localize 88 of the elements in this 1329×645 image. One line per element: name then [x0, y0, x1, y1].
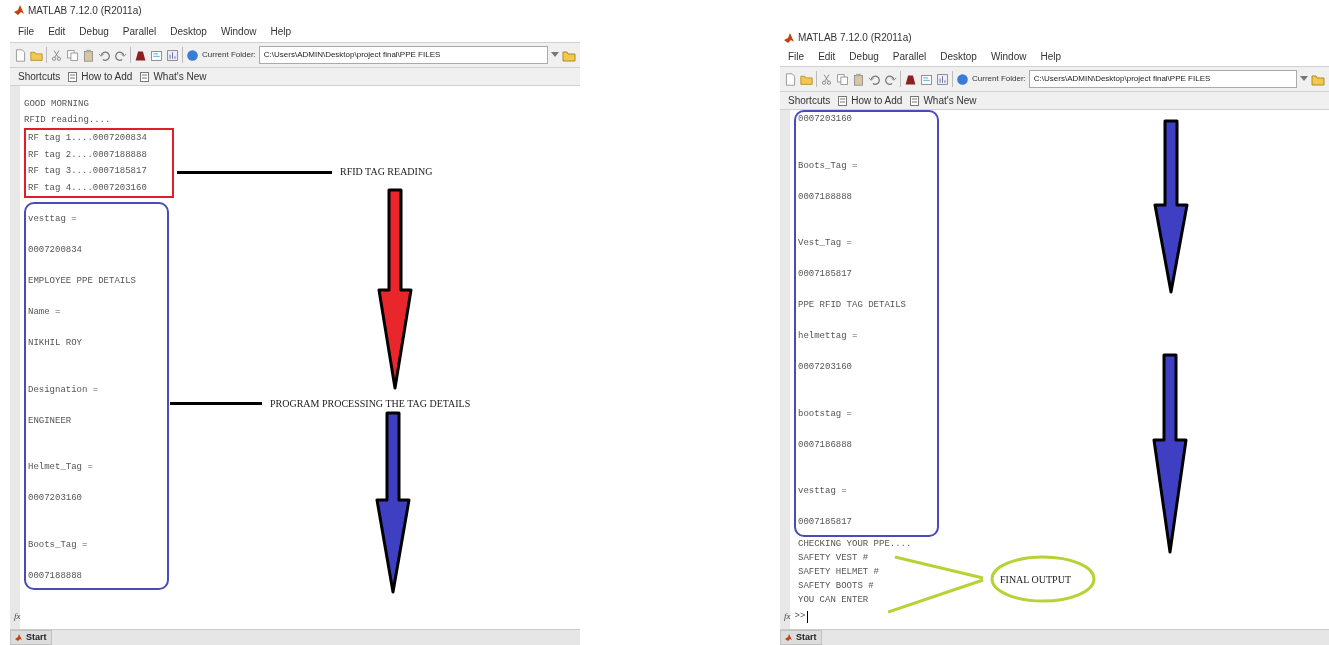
matlab-logo-icon: [14, 5, 24, 15]
console-line: 0007186888: [798, 438, 852, 452]
console-line: 0007185817: [798, 268, 852, 281]
console-line: Boots_Tag =: [28, 538, 88, 552]
console-line: RFID reading....: [24, 114, 111, 127]
menu-item[interactable]: Debug: [849, 49, 879, 64]
console-line: RF tag 1....0007200834: [28, 132, 147, 145]
console-line: RF tag 3....0007185817: [28, 165, 147, 178]
menu-item[interactable]: Window: [220, 23, 257, 39]
clipboard-icon[interactable]: [852, 72, 865, 86]
shortcut-link[interactable]: How to Add: [81, 69, 133, 84]
console-line: Vest_Tag =: [798, 237, 852, 250]
annotation-label: RFID TAG READING: [340, 165, 433, 179]
matlab-logo-icon: [784, 32, 794, 43]
shortcut-link[interactable]: How to Add: [851, 93, 903, 108]
window-title: MATLAB 7.12.0 (R2011a): [28, 3, 142, 18]
menu-item[interactable]: File: [788, 49, 805, 64]
shortcut-icon: [68, 71, 78, 82]
console-line: EMPLOYEE PPE DETAILS: [28, 275, 137, 288]
current-folder-field[interactable]: C:\Users\ADMIN\Desktop\project final\PPE FILES: [1028, 70, 1297, 88]
console-line: 0007185817: [798, 516, 852, 529]
annotation-label: PROGRAM PROCESSING THE TAG DETAILS: [270, 397, 471, 411]
menu-item[interactable]: Parallel: [122, 23, 157, 39]
new-file-icon[interactable]: [14, 48, 27, 62]
new-file-icon[interactable]: [784, 72, 797, 86]
shortcut-link[interactable]: What's New: [923, 93, 977, 108]
console-line: PPE RFID TAG DETAILS: [798, 299, 907, 312]
menu-item[interactable]: Desktop: [170, 23, 207, 39]
console-line: RF tag 4....0007203160: [28, 181, 147, 195]
console-line: CHECKING YOUR PPE....: [798, 537, 912, 551]
dropdown-caret-icon: [551, 52, 559, 58]
console-line: GOOD MORNING: [24, 98, 89, 111]
console-line: Boots_Tag =: [798, 159, 858, 173]
console-line: vesttag =: [28, 213, 77, 226]
menu-item[interactable]: Window: [990, 49, 1027, 64]
shortcut-icon: [910, 95, 920, 106]
current-folder-field[interactable]: C:\Users\ADMIN\Desktop\project final\PPE FILES: [258, 46, 548, 64]
copy-icon[interactable]: [836, 72, 849, 86]
menu-item[interactable]: Edit: [818, 49, 836, 64]
scissors-icon[interactable]: [50, 48, 63, 62]
console-line: 0007203160: [28, 492, 82, 505]
console-line: SAFETY BOOTS #: [798, 579, 874, 593]
matlab-logo-icon: [15, 634, 22, 641]
console-line: helmettag =: [798, 330, 858, 343]
console-line: vesttag =: [798, 485, 847, 498]
console-line: 0007203160: [798, 361, 852, 374]
menu-item[interactable]: Edit: [48, 23, 66, 39]
console-line: Designation =: [28, 383, 99, 397]
start-button[interactable]: Start: [10, 630, 52, 645]
console-line: NIKHIL ROY: [28, 337, 82, 350]
menu-item[interactable]: Parallel: [892, 49, 927, 64]
window-title: MATLAB 7.12.0 (R2011a): [798, 31, 912, 45]
menu-item[interactable]: Debug: [79, 23, 109, 39]
browse-folder-icon: [562, 48, 576, 62]
shortcut-link[interactable]: What's New: [153, 69, 207, 84]
console-line: 0007200834: [28, 244, 82, 257]
start-button[interactable]: Start: [780, 630, 822, 645]
shortcut-icon: [838, 95, 848, 106]
console-line: YOU CAN ENTER: [798, 593, 869, 607]
console-line: 0007188888: [28, 569, 82, 583]
shortcuts-label[interactable]: Shortcuts: [788, 93, 831, 108]
copy-icon[interactable]: [66, 48, 79, 62]
dropdown-caret-icon: [1300, 76, 1308, 82]
current-folder-label: Current Folder:: [972, 73, 1026, 85]
scissors-icon[interactable]: [820, 72, 833, 86]
current-folder-label: Current Folder:: [202, 49, 256, 61]
clipboard-icon[interactable]: [82, 48, 95, 62]
menu-item[interactable]: Help: [1040, 49, 1062, 64]
shortcut-icon: [140, 71, 150, 82]
console-line: 0007188888: [798, 190, 852, 204]
menu-item[interactable]: Help: [270, 23, 292, 39]
console-line: RF tag 2....0007188888: [28, 148, 147, 162]
console-line: bootstag =: [798, 407, 852, 421]
console-line: SAFETY HELMET #: [798, 565, 879, 579]
annotation-label: FINAL OUTPUT: [1000, 573, 1071, 587]
shortcuts-label[interactable]: Shortcuts: [18, 69, 61, 84]
menu-item[interactable]: Desktop: [940, 49, 977, 64]
text-cursor: [807, 611, 809, 623]
console-line: ENGINEER: [28, 414, 72, 428]
console-line: Name =: [28, 306, 61, 319]
matlab-logo-icon: [785, 634, 792, 641]
console-line: SAFETY VEST #: [798, 551, 869, 565]
browse-folder-icon: [1311, 72, 1325, 86]
function-browser-button[interactable]: fx: [784, 610, 791, 624]
console-line: 0007203160: [798, 113, 852, 126]
function-browser-button[interactable]: fx: [14, 610, 21, 624]
console-line: Helmet_Tag =: [28, 461, 93, 474]
menu-item[interactable]: File: [18, 23, 35, 39]
